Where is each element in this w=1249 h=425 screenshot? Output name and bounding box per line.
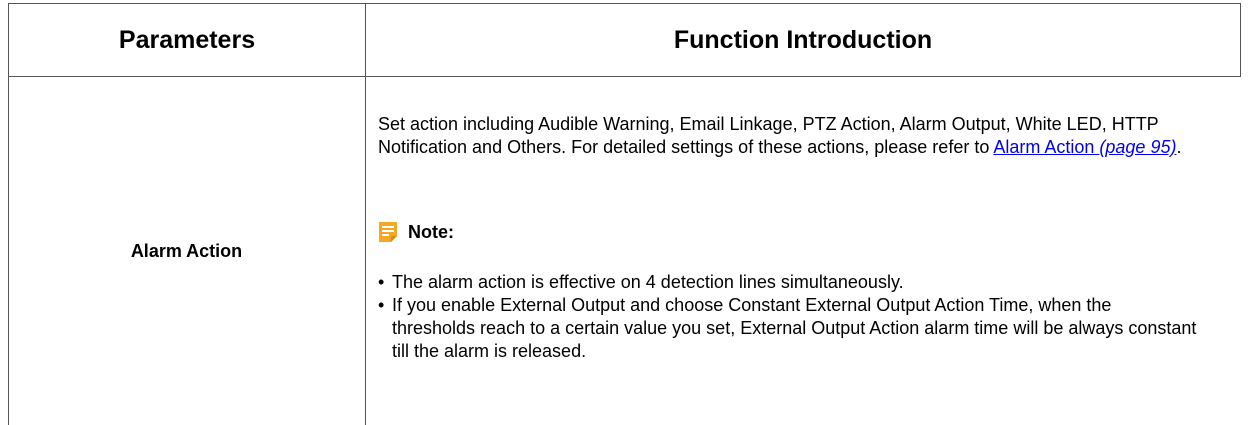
note-heading: Note: xyxy=(378,221,454,243)
parameter-cell: Alarm Action xyxy=(9,77,364,425)
description-post: . xyxy=(1176,137,1182,157)
list-item: • The alarm action is effective on 4 det… xyxy=(378,271,1198,294)
description-text: Set action including Audible Warning, Em… xyxy=(378,113,1198,159)
function-cell: Set action including Audible Warning, Em… xyxy=(366,77,1240,425)
bullet-dot-icon: • xyxy=(378,272,385,292)
alarm-action-link[interactable]: Alarm Action (page 95) xyxy=(993,137,1176,157)
parameter-label: Alarm Action xyxy=(130,240,243,261)
note-bullet-list: • The alarm action is effective on 4 det… xyxy=(378,271,1198,363)
note-label: Note: xyxy=(408,221,454,242)
header-function-introduction: Function Introduction xyxy=(366,4,1240,76)
alarm-action-link-page[interactable]: (page 95) xyxy=(1099,137,1176,157)
bullet-dot-icon: • xyxy=(378,295,385,315)
note-icon xyxy=(378,221,398,243)
parameters-table: Parameters Function Introduction Alarm A… xyxy=(8,3,1241,425)
bullet-text: The alarm action is effective on 4 detec… xyxy=(392,272,904,292)
header-parameters-label: Parameters xyxy=(118,25,256,54)
alarm-action-link-text[interactable]: Alarm Action xyxy=(993,137,1094,157)
bullet-text: If you enable External Output and choose… xyxy=(392,295,1197,361)
header-parameters: Parameters xyxy=(9,4,365,76)
header-function-introduction-label: Function Introduction xyxy=(673,25,933,54)
table-right-border xyxy=(1240,3,1241,77)
list-item: • If you enable External Output and choo… xyxy=(378,294,1198,363)
